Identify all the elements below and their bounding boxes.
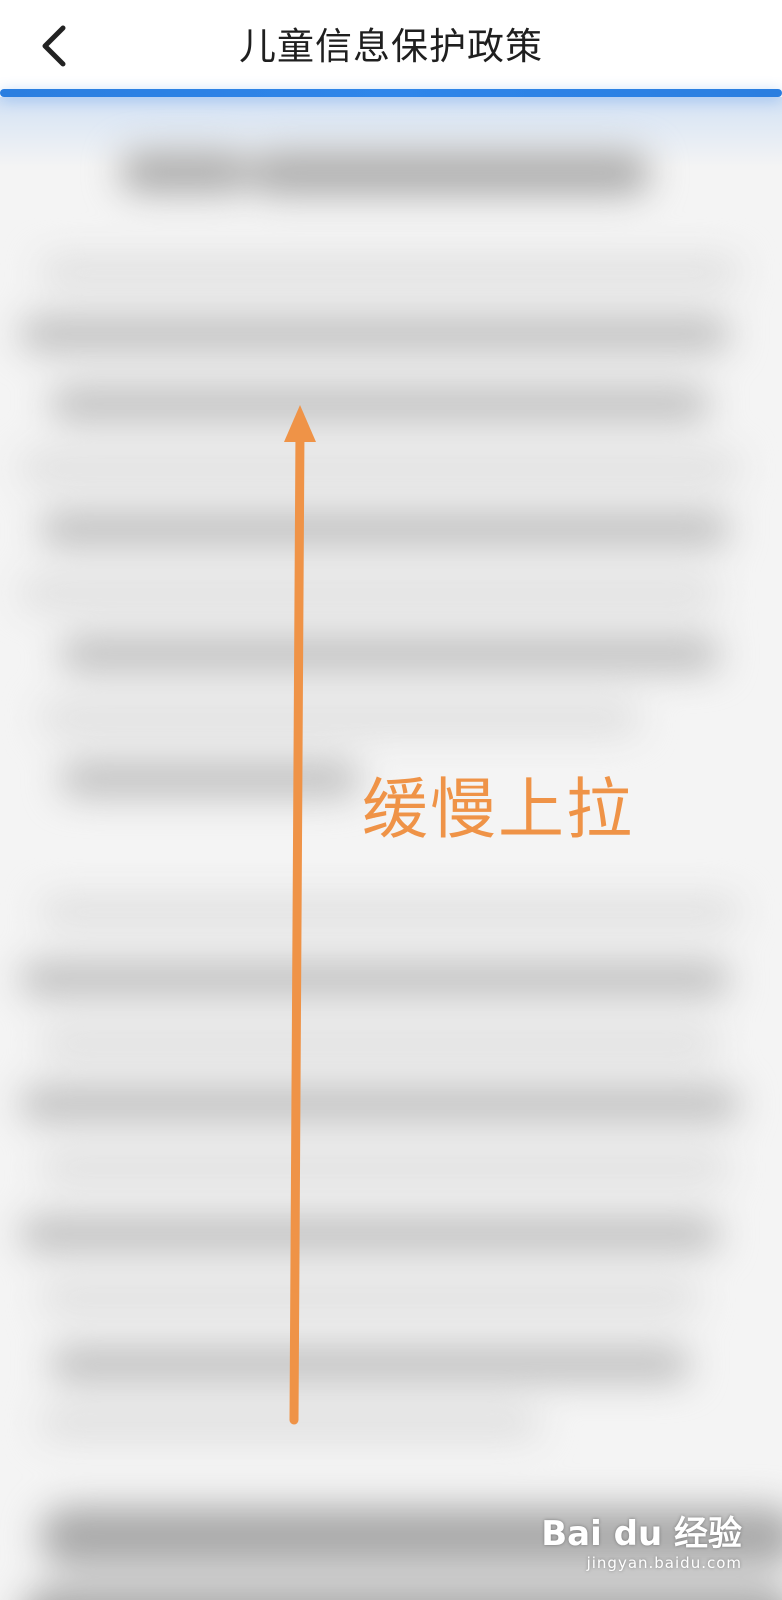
watermark-logo: Bai du 经验: [541, 1514, 742, 1554]
page-title: 儿童信息保护政策: [239, 25, 543, 68]
watermark-url: jingyan.baidu.com: [586, 1554, 742, 1572]
app-header: 儿童信息保护政策: [0, 0, 782, 92]
baidu-watermark: Bai du 经验 jingyan.baidu.com: [541, 1514, 742, 1572]
header-divider: [0, 89, 782, 97]
instruction-text: 缓慢上拉: [362, 771, 634, 848]
